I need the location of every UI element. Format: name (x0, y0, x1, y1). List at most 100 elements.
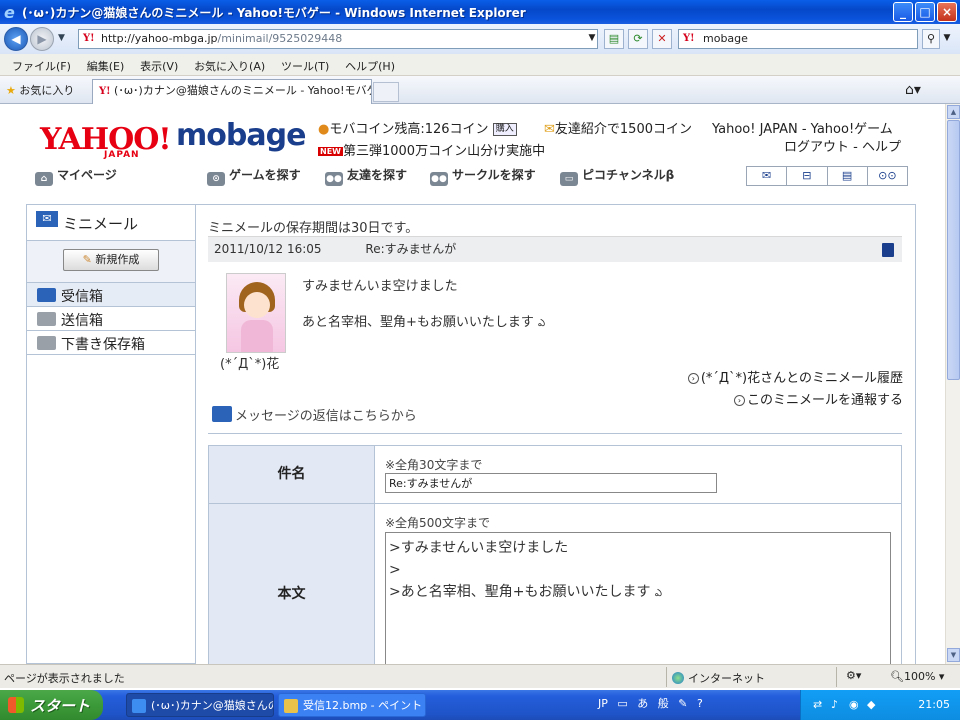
sender-avatar[interactable] (226, 273, 286, 353)
account-links[interactable]: ログアウト - ヘルプ (784, 136, 901, 155)
referral-link[interactable]: ✉友達紹介で1500コイン (544, 118, 692, 137)
sidebar-item-drafts[interactable]: 下書き保存箱 (27, 331, 195, 355)
history-dropdown-icon[interactable]: ▼ (58, 33, 65, 43)
clock[interactable]: 21:05 (918, 698, 950, 711)
mail-icon[interactable]: ✉ (747, 167, 788, 185)
tv-icon: ▭ (560, 172, 578, 186)
menu-help[interactable]: ヘルプ(H) (345, 58, 395, 74)
windows-flag-icon (8, 697, 24, 713)
history-link[interactable]: › (*´Д`*)花さんとのミニメール履歴 (687, 367, 903, 386)
maximize-button[interactable]: □ (915, 2, 935, 22)
nav-mypage-label: マイページ (57, 168, 117, 182)
report-link[interactable]: › このミニメールを通報する (733, 389, 903, 408)
scroll-down-icon[interactable]: ▼ (947, 648, 960, 662)
ime-language-bar[interactable]: JP ▭ あ 般 ✎ ? (598, 695, 709, 711)
inbox-tray-icon[interactable]: ⊟ (787, 167, 828, 185)
campaign-link[interactable]: NEW 第三弾1000万コイン山分け実施中 (318, 140, 545, 159)
close-button[interactable]: × (937, 2, 957, 22)
zoom-level[interactable]: 🔍︎100% ▾ (890, 670, 944, 683)
message-body-line: すみませんいま空けました (302, 279, 458, 294)
back-button[interactable]: ◀ (4, 27, 28, 51)
subject-input[interactable]: Re:すみませんが (385, 473, 717, 493)
window-titlebar[interactable]: e (･ω･)カナン@猫娘さんのミニメール - Yahoo!モバゲー - Win… (0, 0, 960, 24)
url-host: http://yahoo-mbga.jp (101, 32, 218, 45)
search-options-icon[interactable]: ▼ (940, 29, 954, 49)
yahoo-links[interactable]: Yahoo! JAPAN - Yahoo!ゲーム (712, 118, 893, 137)
coin-buy-button[interactable]: 購入 (492, 123, 517, 136)
taskbar-item-ie[interactable]: (･ω･)カナン@猫娘さんの... (126, 693, 274, 717)
people-icon: ●● (325, 172, 343, 186)
new-tab-button[interactable] (373, 82, 399, 102)
taskbar-item-paint[interactable]: 受信12.bmp - ペイント (278, 693, 426, 717)
scroll-thumb[interactable] (947, 120, 960, 380)
nav-mypage[interactable]: ⌂ マイページ (35, 166, 117, 186)
protected-mode-icon[interactable]: ⚙▾ (846, 669, 861, 682)
nav-find-games[interactable]: ⊙ ゲームを探す (207, 166, 301, 186)
sidebar-item-inbox[interactable]: 受信箱 (27, 283, 195, 307)
nav-pico-channel-label: ピコチャンネルβ (582, 168, 675, 182)
favorites-bar: ★ お気に入り Y! (･ω･)カナン@猫娘さんのミニメール - Yahoo!モ… (0, 76, 960, 104)
notebook-icon[interactable]: ▤ (828, 167, 868, 185)
binoculars-icon[interactable]: ⊙⊙ (868, 167, 907, 185)
stop-icon[interactable]: ✕ (652, 29, 672, 49)
avatar-face (244, 292, 270, 318)
network-icon[interactable]: ⇄ (813, 698, 822, 711)
compat-view-icon[interactable]: ▤ (604, 29, 624, 49)
update-icon[interactable]: ◆ (867, 698, 875, 711)
nav-find-games-label: ゲームを探す (229, 168, 301, 182)
report-link-text: このミニメールを通報する (746, 393, 903, 408)
compose-button[interactable]: ✎ 新規作成 (63, 249, 159, 271)
favorites-button[interactable]: ★ お気に入り (6, 82, 74, 98)
message-subject: Re:すみませんが (365, 242, 457, 256)
start-button[interactable]: スタート (0, 690, 103, 720)
ime-help-icon: ? (697, 697, 703, 710)
sidebar-item-label: 送信箱 (61, 313, 103, 329)
address-toolbar: ◀ ▶ ▼ Y! http://yahoo-mbga.jp/minimail/9… (0, 24, 960, 54)
home-icon[interactable]: ⌂▾ (905, 82, 921, 98)
ime-pad-icon: ▭ (617, 697, 628, 710)
sidebar-item-label: 下書き保存箱 (61, 337, 145, 353)
nav-find-friends[interactable]: ●● 友達を探す (325, 166, 407, 186)
arrow-right-icon: › (733, 395, 745, 406)
trash-icon[interactable] (882, 243, 894, 257)
taskbar: スタート (･ω･)カナン@猫娘さんの... 受信12.bmp - ペイント J… (0, 690, 960, 720)
menu-file[interactable]: ファイル(F) (12, 58, 71, 74)
sender-name[interactable]: (*´Д`*)花 (220, 353, 279, 372)
sidebar-item-sent[interactable]: 送信箱 (27, 307, 195, 331)
message-body-line: あと名宰相、聖角+もお願いいたします ఎ (302, 311, 545, 331)
menu-favorites[interactable]: お気に入り(A) (194, 58, 265, 74)
search-input[interactable]: Y! mobage (678, 29, 918, 49)
mobage-logo[interactable]: mobage (176, 118, 306, 153)
address-dropdown-icon[interactable]: ▼ (582, 29, 602, 49)
magnifier-icon: 🔍︎ (890, 670, 904, 683)
volume-icon[interactable]: ♪ (831, 698, 838, 711)
system-tray: ⇄ ♪ ◉ ◆ 21:05 (800, 690, 960, 720)
forward-button[interactable]: ▶ (30, 27, 54, 51)
browser-tab[interactable]: Y! (･ω･)カナン@猫娘さんのミニメール - Yahoo!モバゲー (92, 79, 372, 104)
refresh-icon[interactable]: ⟳ (628, 29, 648, 49)
address-input[interactable]: Y! http://yahoo-mbga.jp/minimail/9525029… (78, 29, 598, 49)
house-icon: ⌂ (35, 172, 53, 186)
retention-notice: ミニメールの保存期間は30日です。 (208, 221, 419, 236)
message-date: 2011/10/12 16:05 (214, 242, 322, 256)
envelope-icon: ✉ (36, 211, 58, 227)
textarea-line-text: >あと名宰相、聖角+もお願いいたします (389, 584, 651, 600)
nav-pico-channel[interactable]: ▭ ピコチャンネルβ (560, 166, 674, 186)
nav-find-circles[interactable]: ●● サークルを探す (430, 166, 536, 186)
scroll-up-icon[interactable]: ▲ (947, 105, 960, 119)
menu-edit[interactable]: 編集(E) (87, 58, 125, 74)
tab-favicon-icon: Y! (99, 86, 111, 97)
star-icon: ★ (6, 84, 16, 97)
body-textarea[interactable]: >すみませんいま空けました > >あと名宰相、聖角+もお願いいたします ఎ (385, 532, 891, 664)
vertical-scrollbar[interactable]: ▲ ▼ (945, 104, 960, 664)
menu-tools[interactable]: ツール(T) (281, 58, 329, 74)
search-provider-icon: Y! (683, 33, 695, 44)
search-button-icon[interactable]: ⚲ (922, 29, 940, 49)
minimize-button[interactable]: _ (893, 2, 913, 22)
body-label: 本文 (209, 504, 375, 664)
security-icon[interactable]: ◉ (849, 698, 859, 711)
inbox-icon (37, 288, 56, 302)
ime-mode: 般 (657, 697, 669, 710)
security-zone[interactable]: インターネット (672, 670, 765, 686)
menu-view[interactable]: 表示(V) (140, 58, 178, 74)
